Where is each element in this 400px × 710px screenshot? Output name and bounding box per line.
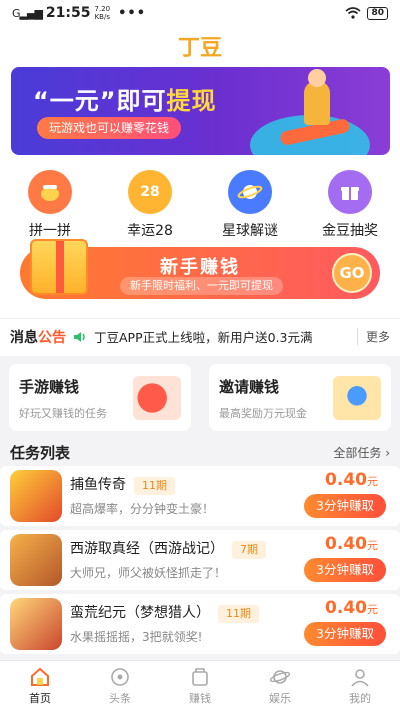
surfer-head-illustration (308, 69, 326, 87)
quick-action-lucky28[interactable]: 28 幸运28 (110, 170, 190, 240)
task-row[interactable]: 捕鱼传奇 11期 超高爆率，分分钟变土豪！ 0.40元 3分钟赚取 (0, 466, 400, 526)
app-header: 丁豆 (0, 26, 400, 66)
wallet-icon (192, 667, 208, 686)
task-reward: 0.40元 (325, 470, 378, 490)
banner-subtitle: 玩游戏也可以赚零花钱 (37, 117, 182, 139)
newbie-earn-banner[interactable]: 新手赚钱 新手限时福利、一元即可提现 GO (20, 239, 380, 299)
banner-headline: “一元”即可提现 (33, 87, 217, 115)
tab-label: 赚钱 (189, 691, 211, 705)
task-reward: 0.40元 (325, 534, 378, 554)
task-list-header: 任务列表 全部任务 › (0, 440, 400, 464)
quick-action-planet[interactable]: 星球解谜 (210, 170, 290, 240)
profile-icon (351, 668, 369, 687)
signal-icon: G▂▄▆ (12, 6, 43, 20)
status-time: 21:55 (45, 5, 91, 21)
promo-banner[interactable]: “一元”即可提现 玩游戏也可以赚零花钱 (11, 67, 390, 155)
newbie-desc: 新手限时福利、一元即可提现 (120, 277, 283, 295)
task-row[interactable]: 蛮荒纪元（梦想猎人） 11期 水果摇摇摇，3把就领奖! 0.40元 3分钟赚取 (0, 594, 400, 654)
tab-earn[interactable]: 赚钱 (170, 666, 230, 706)
notice-more-link[interactable]: 更多 (356, 328, 390, 345)
battery-indicator: 80 (367, 6, 388, 20)
quick-actions: 拼一拼 28 幸运28 星球解谜 金豆抽奖 (0, 170, 400, 240)
task-name: 捕鱼传奇 11期 (70, 474, 175, 495)
tab-entertainment[interactable]: 娱乐 (250, 666, 310, 706)
status-bar: G▂▄▆ 21:55 7.20 KB/s ••• 80 (0, 0, 400, 26)
task-period-badge: 11期 (134, 477, 175, 495)
quick-action-label: 拼一拼 (29, 223, 71, 239)
headline-icon (111, 667, 129, 686)
earn-button[interactable]: 3分钟赚取 (304, 622, 386, 646)
planet-icon (228, 170, 272, 214)
go-button[interactable]: GO (332, 253, 372, 293)
quick-action-lottery[interactable]: 金豆抽奖 (310, 170, 390, 240)
task-list-title: 任务列表 (10, 443, 71, 462)
game-thumbnail (10, 534, 62, 586)
tab-profile[interactable]: 我的 (330, 666, 390, 706)
app-logo: 丁豆 (177, 35, 222, 61)
earn-button[interactable]: 3分钟赚取 (304, 558, 386, 582)
quick-action-label: 幸运28 (127, 223, 173, 239)
invite-people-icon (333, 376, 381, 420)
tab-home[interactable]: 首页 (10, 666, 70, 706)
task-row[interactable]: 西游取真经（西游战记） 7期 大师兄，师父被妖怪抓走了！ 0.40元 3分钟赚取 (0, 530, 400, 590)
surfer-illustration (304, 81, 330, 125)
red-envelope-icon (133, 376, 181, 420)
quick-action-label: 星球解谜 (222, 223, 278, 239)
all-tasks-link[interactable]: 全部任务 › (333, 444, 390, 461)
bottom-tab-bar: 首页 头条 赚钱 娱乐 我的 (0, 660, 400, 710)
task-reward: 0.40元 (325, 598, 378, 618)
quick-action-label: 金豆抽奖 (322, 223, 378, 239)
quick-action-pin[interactable]: 拼一拼 (10, 170, 90, 240)
network-speed: 7.20 KB/s (94, 5, 111, 21)
home-icon (31, 667, 49, 686)
tab-label: 娱乐 (269, 691, 291, 705)
speaker-icon (74, 331, 85, 342)
task-desc: 水果摇摇摇，3把就领奖! (70, 630, 203, 644)
game-thumbnail (10, 598, 62, 650)
chevron-right-icon: › (385, 445, 390, 460)
task-name: 西游取真经（西游战记） 7期 (70, 538, 266, 559)
more-notifications-icon: ••• (118, 5, 147, 21)
invite-earn-card[interactable]: 邀请赚钱 最高奖励万元现金 (209, 364, 391, 431)
tab-label: 首页 (29, 691, 51, 705)
wifi-icon (345, 7, 361, 19)
task-name: 蛮荒纪元（梦想猎人） 11期 (70, 602, 259, 623)
task-period-badge: 7期 (232, 541, 266, 559)
game-thumbnail (10, 470, 62, 522)
task-desc: 超高爆率，分分钟变土豪！ (70, 502, 215, 516)
planet-icon (269, 669, 291, 684)
tab-label: 头条 (109, 691, 131, 705)
gift-box-icon (328, 170, 372, 214)
tab-label: 我的 (349, 691, 371, 705)
feature-cards: 手游赚钱 好玩又赚钱的任务 邀请赚钱 最高奖励万元现金 (9, 364, 391, 431)
notice-bar[interactable]: 消息公告 丁豆APP正式上线啦，新用户送0.3元满 更多 (0, 318, 400, 354)
notice-label: 消息公告 (10, 329, 66, 346)
task-period-badge: 11期 (218, 605, 259, 623)
lucky28-icon: 28 (128, 170, 172, 214)
mobile-game-earn-card[interactable]: 手游赚钱 好玩又赚钱的任务 (9, 364, 191, 431)
coin-bag-icon (28, 170, 72, 214)
earn-button[interactable]: 3分钟赚取 (304, 494, 386, 518)
notice-text: 丁豆APP正式上线啦，新用户送0.3元满 (94, 330, 313, 345)
task-desc: 大师兄，师父被妖怪抓走了！ (70, 566, 227, 580)
tab-headline[interactable]: 头条 (90, 666, 150, 706)
newbie-title: 新手赚钱 (160, 257, 240, 278)
